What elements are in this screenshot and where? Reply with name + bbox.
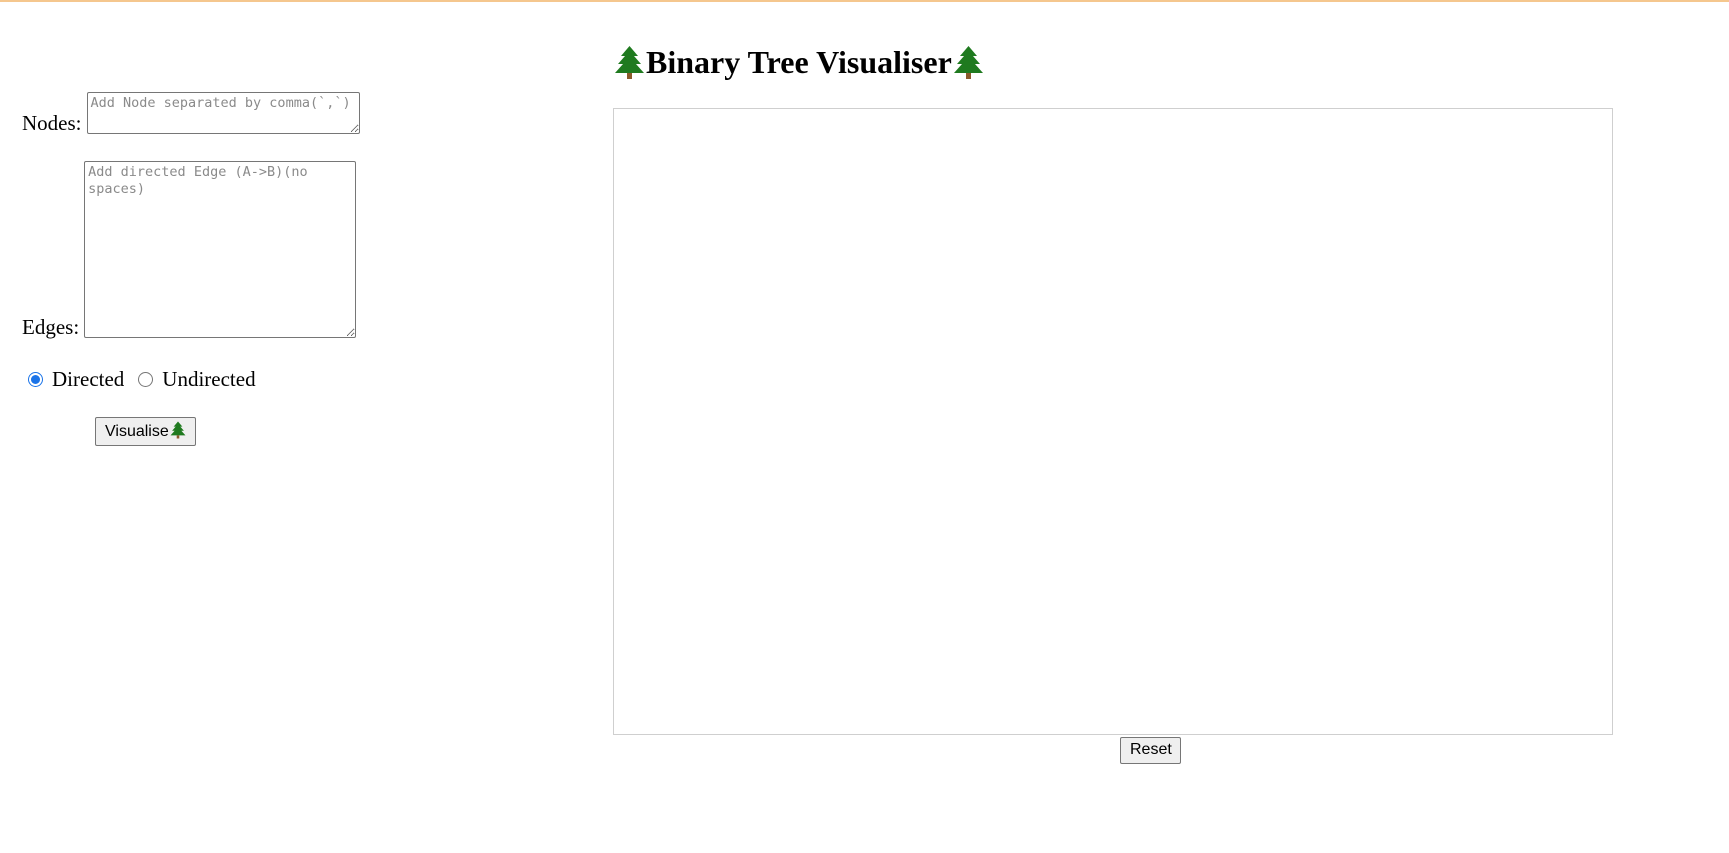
- top-accent-line: [0, 0, 1729, 2]
- directed-radio[interactable]: [28, 372, 43, 387]
- directed-radio-label[interactable]: Directed: [52, 367, 124, 392]
- page-title: Binary Tree Visualiser: [613, 44, 985, 81]
- nodes-field[interactable]: [86, 92, 360, 134]
- input-panel: Nodes: Edges: Directed Undirected: [22, 92, 382, 392]
- reset-button[interactable]: Reset: [1120, 737, 1181, 764]
- tree-canvas[interactable]: [613, 108, 1613, 735]
- evergreen-tree-icon: [170, 421, 186, 439]
- page-title-text: Binary Tree Visualiser: [646, 44, 952, 80]
- edges-row: Edges:: [22, 161, 382, 338]
- undirected-radio-label[interactable]: Undirected: [162, 367, 255, 392]
- graph-type-group: Directed Undirected: [22, 367, 382, 392]
- visualise-button-label: Visualise: [105, 423, 169, 440]
- visualise-button[interactable]: Visualise: [95, 417, 196, 446]
- undirected-radio[interactable]: [138, 372, 154, 387]
- edges-label: Edges:: [22, 315, 80, 339]
- evergreen-tree-icon: [615, 46, 644, 79]
- evergreen-tree-icon: [953, 46, 983, 79]
- nodes-row: Nodes:: [22, 92, 382, 134]
- nodes-label: Nodes:: [22, 111, 82, 135]
- edges-field[interactable]: [84, 161, 357, 338]
